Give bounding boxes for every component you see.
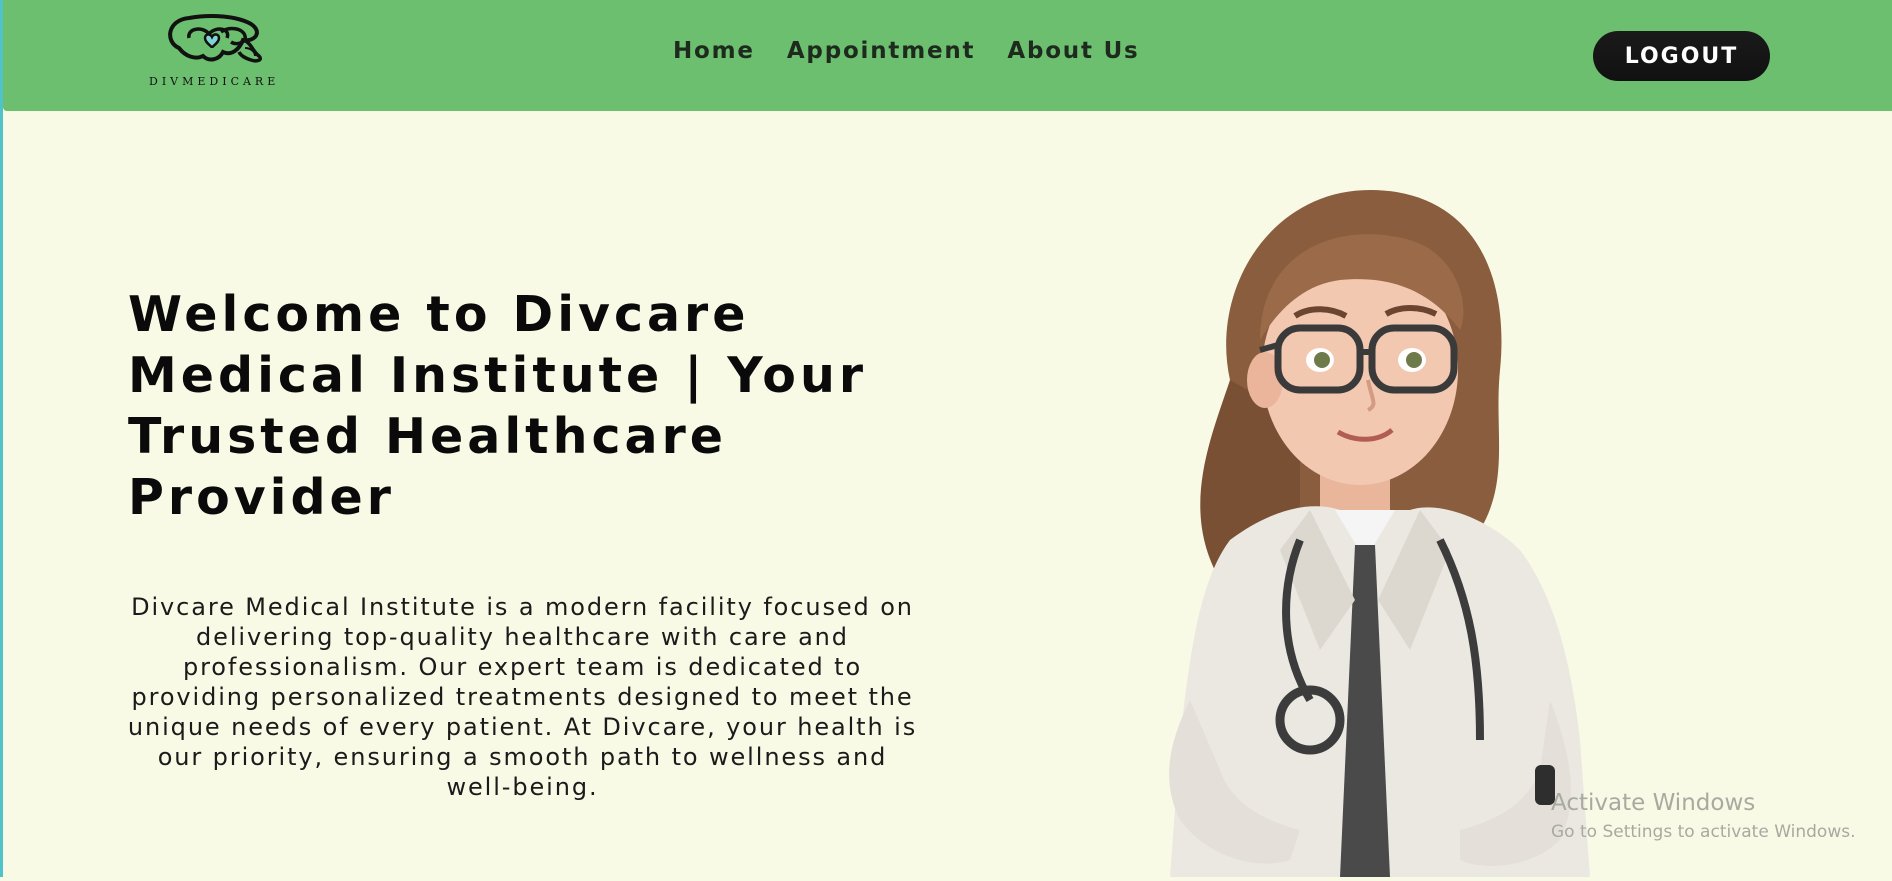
- logout-button[interactable]: LOGOUT: [1593, 31, 1770, 81]
- nav-link-appointment[interactable]: Appointment: [787, 38, 976, 64]
- hero-description: Divcare Medical Institute is a modern fa…: [127, 593, 918, 801]
- top-navbar: DIVMEDICARE Home Appointment About Us LO…: [3, 0, 1892, 111]
- nav-link-about[interactable]: About Us: [1007, 38, 1139, 64]
- watermark-title: Activate Windows: [1551, 790, 1756, 816]
- main-nav: Home Appointment About Us: [673, 38, 1172, 64]
- hero-title: Welcome to Divcare Medical Institute | Y…: [128, 286, 868, 526]
- site-logo[interactable]: DIVMEDICARE: [143, 12, 323, 92]
- brain-heart-logo-icon: [168, 14, 263, 63]
- doctor-illustration: [1110, 180, 1630, 877]
- window-left-edge: [0, 0, 3, 877]
- nav-link-home[interactable]: Home: [673, 38, 755, 64]
- watermark-subtitle: Go to Settings to activate Windows.: [1551, 822, 1856, 842]
- windows-activation-watermark: Activate Windows Go to Settings to activ…: [1551, 790, 1856, 842]
- logo-wordmark: DIVMEDICARE: [149, 75, 280, 88]
